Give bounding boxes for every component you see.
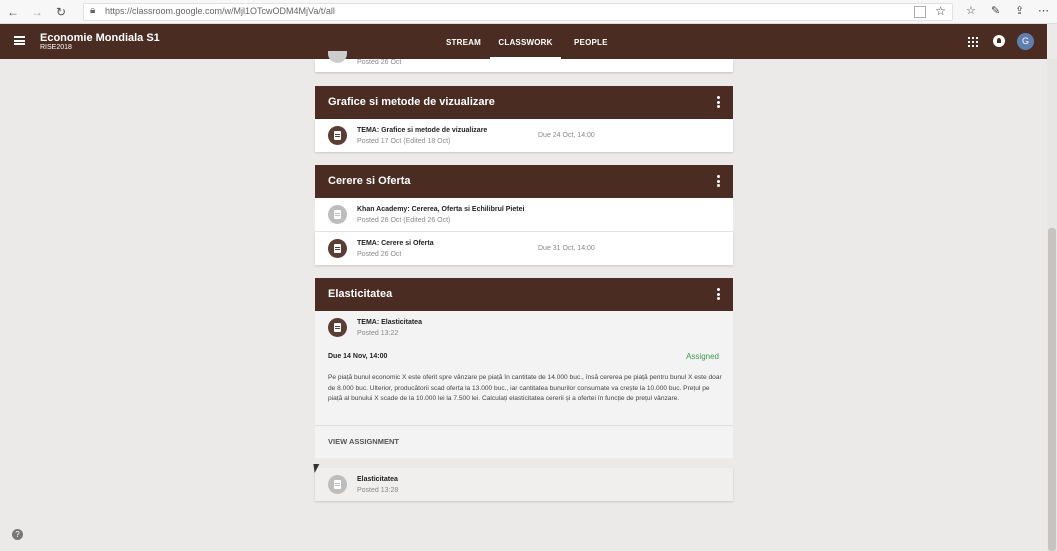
item-posted: Posted 13:28 (357, 487, 399, 494)
topic-title[interactable]: Elasticitatea (328, 288, 392, 300)
divider (315, 425, 733, 426)
assignment-item[interactable]: TEMA: Grafice si metode de vizualizare P… (315, 119, 733, 152)
item-title: TEMA: Elasticitatea (357, 319, 422, 326)
assignment-description: Pe piață bunul economic X este oferit sp… (328, 374, 722, 403)
assignment-icon (328, 318, 347, 337)
class-title[interactable]: Economie Mondiala S1 (40, 32, 160, 44)
refresh-icon[interactable]: ↻ (53, 4, 69, 20)
assignment-icon (328, 239, 347, 258)
more-vert-icon[interactable] (717, 175, 720, 187)
status-badge: Assigned (686, 352, 719, 361)
more-icon[interactable]: ⋯ (1038, 4, 1049, 17)
topic-header: Grafice si metode de vizualizare (315, 86, 733, 119)
reading-view-icon[interactable] (914, 6, 926, 18)
pen-icon[interactable]: ✎ (991, 4, 1000, 17)
classroom-header: Economie Mondiala S1 RISE2018 STREAM CLA… (0, 24, 1047, 59)
partial-item-card[interactable]: Posted 26 Oct (315, 51, 733, 72)
assignment-item[interactable]: TEMA: Elasticitatea Posted 13:22 (315, 311, 733, 344)
item-posted: Posted 13:22 (357, 330, 399, 337)
material-icon (328, 475, 347, 494)
view-assignment-button[interactable]: VIEW ASSIGNMENT (328, 437, 399, 446)
tab-classwork[interactable]: CLASSWORK (490, 38, 561, 59)
material-icon (328, 205, 347, 224)
mouse-cursor-icon (313, 464, 321, 473)
item-icon (328, 51, 347, 63)
due-date: Due 14 Nov, 14:00 (328, 353, 388, 360)
tab-stream[interactable]: STREAM (446, 38, 481, 47)
item-title: Elasticitatea (357, 476, 398, 483)
item-posted: Posted 26 Oct (357, 59, 402, 66)
assignment-icon (328, 126, 347, 145)
item-title: Khan Academy: Cererea, Oferta si Echilib… (357, 206, 525, 213)
favorite-star-icon[interactable]: ☆ (935, 4, 946, 18)
address-bar[interactable]: 🔒︎ https://classroom.google.com/w/Mjl1OT… (83, 3, 953, 21)
item-title: TEMA: Cerere si Oferta (357, 240, 434, 247)
topic-title[interactable]: Grafice si metode de vizualizare (328, 96, 495, 108)
item-posted: Posted 17 Oct (Edited 18 Oct) (357, 138, 451, 145)
material-item[interactable]: Khan Academy: Cererea, Oferta si Echilib… (315, 198, 733, 231)
item-due: Due 24 Oct, 14:00 (538, 132, 595, 139)
item-posted: Posted 26 Oct (357, 251, 402, 258)
assignment-details: Due 14 Nov, 14:00 Assigned Pe piață bunu… (315, 343, 733, 458)
forward-icon[interactable]: → (29, 4, 45, 20)
class-section: RISE2018 (40, 44, 72, 51)
material-item[interactable]: Elasticitatea Posted 13:28 (315, 468, 733, 501)
back-icon[interactable]: ← (5, 4, 21, 20)
browser-toolbar: ← → ↻ 🔒︎ https://classroom.google.com/w/… (0, 0, 1057, 24)
menu-icon[interactable] (14, 36, 25, 45)
lock-icon: 🔒︎ (90, 5, 96, 16)
share-icon[interactable]: ⇪ (1015, 4, 1024, 17)
tab-people[interactable]: PEOPLE (574, 38, 608, 47)
more-vert-icon[interactable] (717, 288, 720, 300)
topic-title[interactable]: Cerere si Oferta (328, 175, 411, 187)
item-due: Due 31 Oct, 14:00 (538, 245, 595, 252)
item-posted: Posted 26 Oct (Edited 26 Oct) (357, 217, 451, 224)
assignment-item[interactable]: TEMA: Cerere si Oferta Posted 26 Oct Due… (315, 232, 733, 265)
notifications-icon[interactable] (993, 35, 1005, 47)
topic-header: Elasticitatea (315, 278, 733, 311)
more-vert-icon[interactable] (717, 96, 720, 108)
help-icon[interactable]: ? (12, 529, 23, 540)
topic-header: Cerere si Oferta (315, 165, 733, 198)
url-text: https://classroom.google.com/w/Mjl1OTcwO… (105, 6, 335, 16)
apps-grid-icon[interactable] (968, 37, 978, 47)
avatar[interactable]: G (1017, 33, 1034, 50)
item-title: TEMA: Grafice si metode de vizualizare (357, 127, 488, 134)
favorites-icon[interactable]: ☆ (966, 4, 976, 17)
scrollbar-thumb[interactable] (1048, 228, 1056, 551)
